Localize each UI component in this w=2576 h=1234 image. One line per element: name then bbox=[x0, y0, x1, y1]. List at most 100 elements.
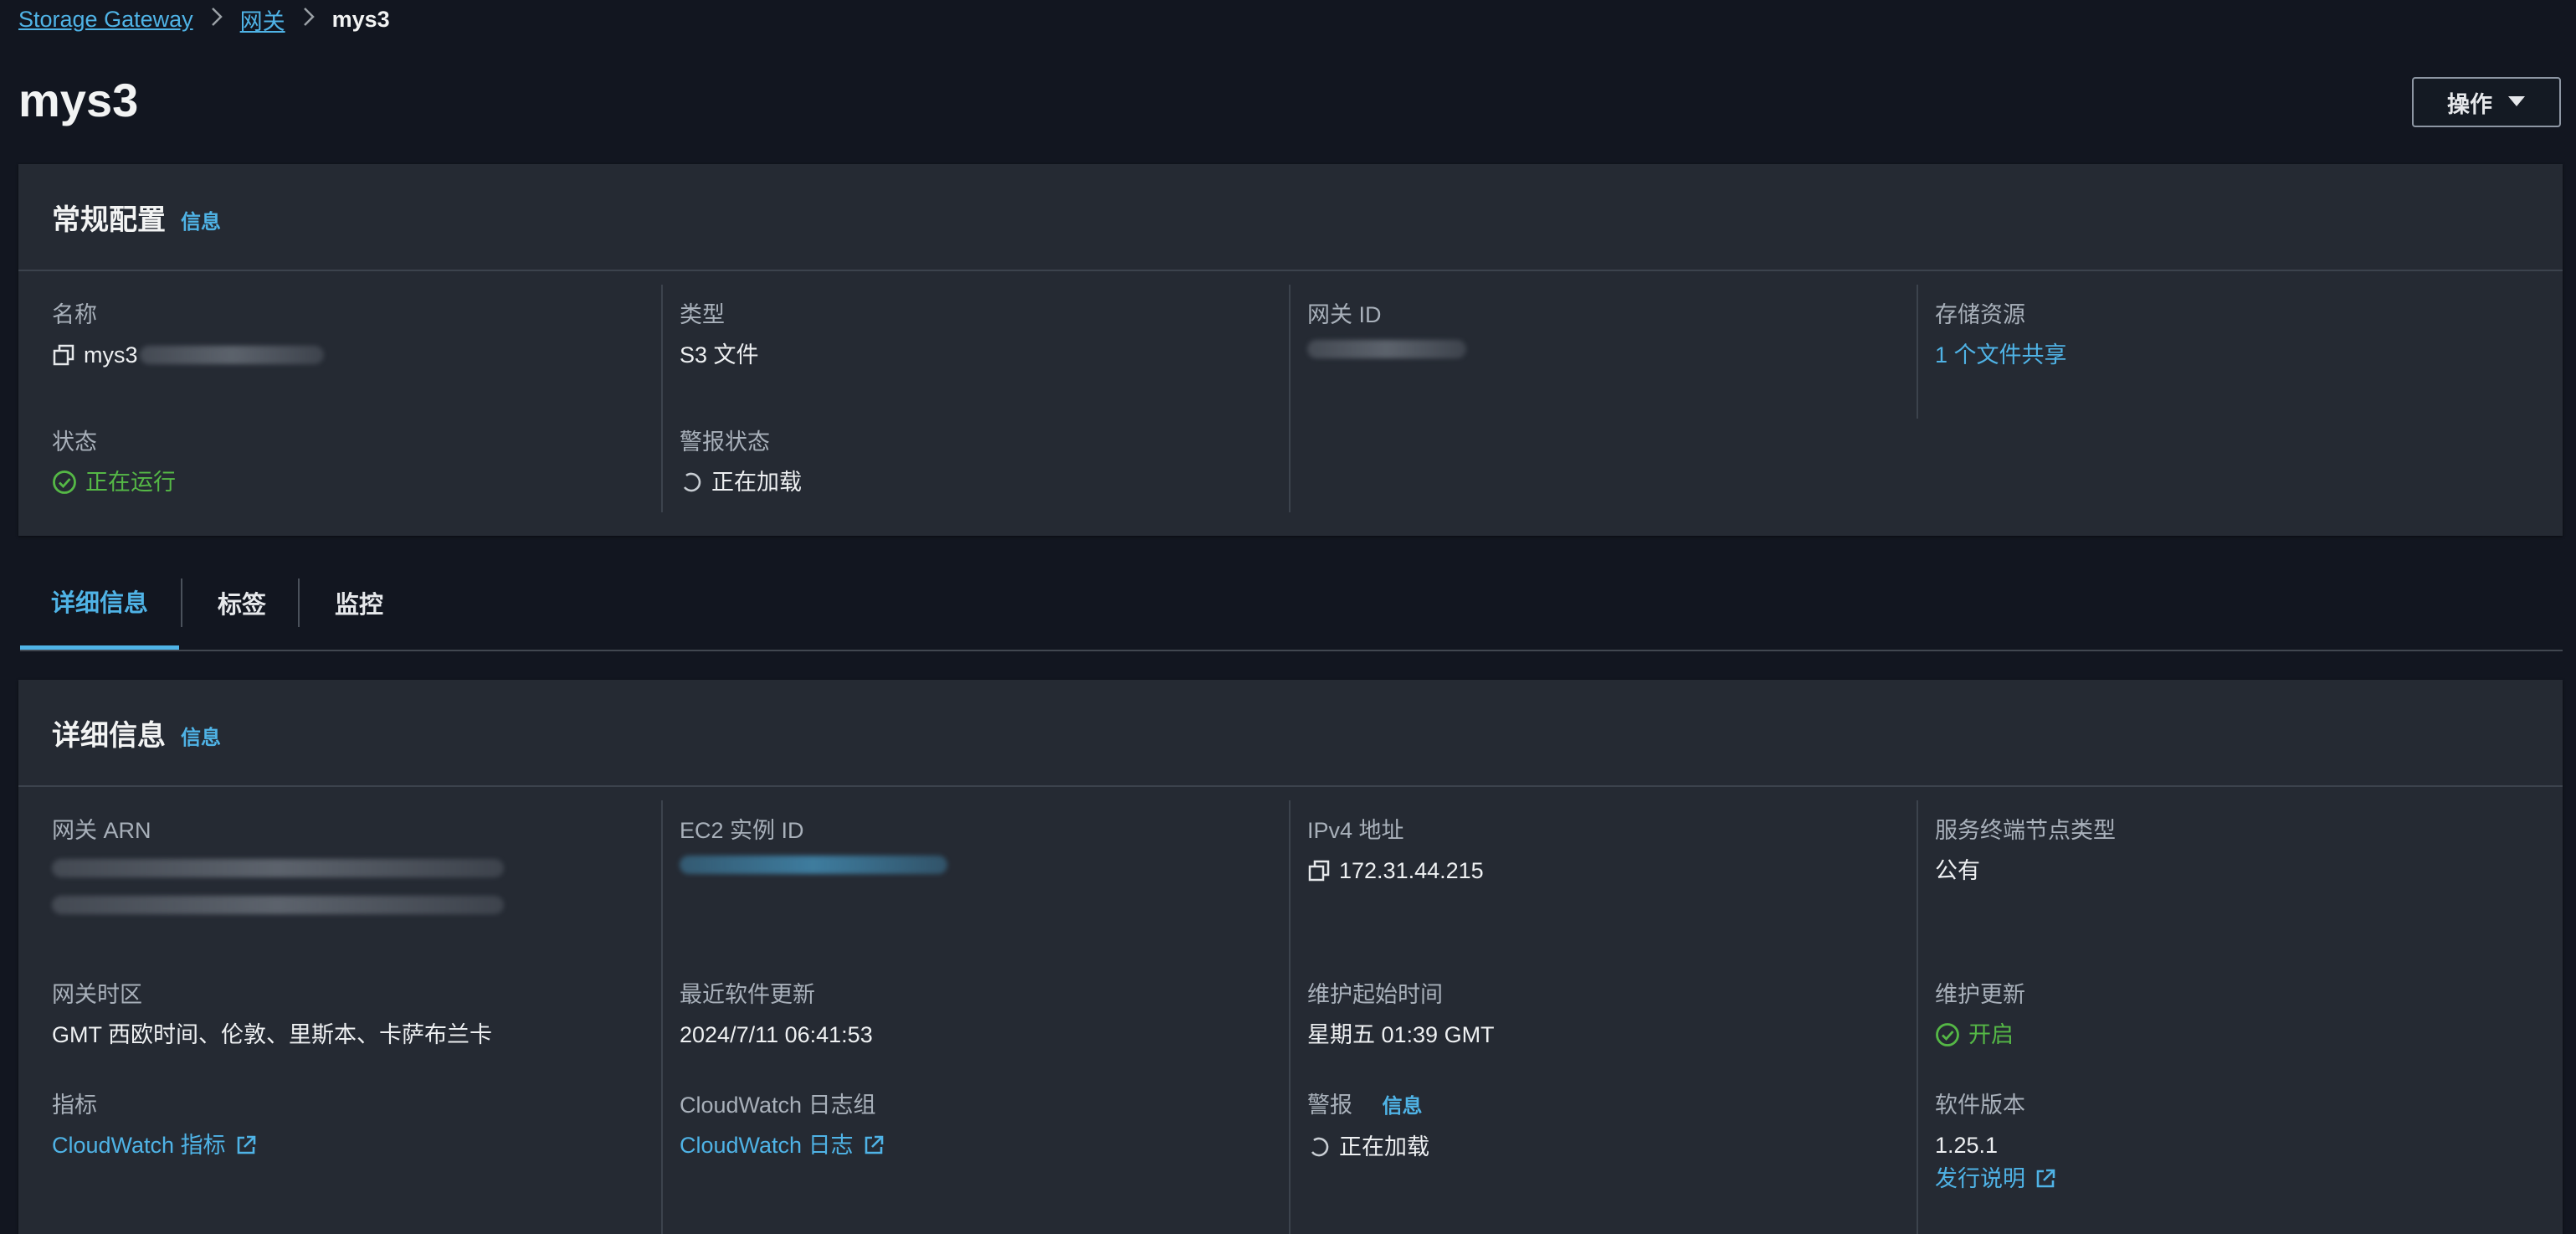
field-log-group: CloudWatch 日志组 CloudWatch 日志 bbox=[680, 1090, 885, 1160]
field-status: 状态 正在运行 bbox=[52, 427, 176, 497]
field-metrics: 指标 CloudWatch 指标 bbox=[52, 1090, 258, 1160]
status-label: 状态 bbox=[52, 429, 97, 455]
general-config-title: 常规配置 bbox=[52, 203, 166, 236]
chevron-right-icon bbox=[302, 6, 316, 33]
field-endpoint-type: 服务终端节点类型 公有 bbox=[1935, 815, 2116, 886]
file-shares-link[interactable]: 1 个文件共享 bbox=[1935, 340, 2067, 370]
chevron-right-icon bbox=[210, 6, 223, 33]
storage-label: 存储资源 bbox=[1935, 302, 2025, 327]
tab-divider bbox=[298, 578, 300, 627]
column-divider bbox=[1289, 800, 1291, 1234]
timezone-label: 网关时区 bbox=[52, 982, 142, 1007]
field-type: 类型 S3 文件 bbox=[680, 300, 759, 370]
caret-down-icon bbox=[2507, 91, 2526, 113]
alarm-status-value: 正在加载 bbox=[711, 470, 802, 495]
column-divider bbox=[661, 285, 663, 512]
field-ec2-instance: EC2 实例 ID bbox=[680, 815, 947, 874]
alarms-info-link[interactable]: 信息 bbox=[1383, 1095, 1423, 1118]
redacted-arn-line-2 bbox=[52, 896, 504, 914]
timezone-value: GMT 西欧时间、伦敦、里斯本、卡萨布兰卡 bbox=[52, 1022, 492, 1047]
ipv4-value: 172.31.44.215 bbox=[1339, 858, 1484, 883]
gateway-id-label: 网关 ID bbox=[1307, 302, 1382, 327]
endpoint-type-label: 服务终端节点类型 bbox=[1935, 818, 2116, 843]
column-divider bbox=[661, 800, 663, 1234]
field-software-version: 软件版本 1.25.1 发行说明 bbox=[1935, 1090, 2057, 1194]
details-info-link[interactable]: 信息 bbox=[181, 721, 221, 750]
last-update-value: 2024/7/11 06:41:53 bbox=[680, 1022, 873, 1047]
general-info-link[interactable]: 信息 bbox=[181, 205, 221, 234]
tab-divider bbox=[181, 578, 182, 627]
maintenance-update-value: 开启 bbox=[1968, 1022, 2014, 1047]
tab-tags[interactable]: 标签 bbox=[218, 556, 266, 650]
tab-monitoring[interactable]: 监控 bbox=[335, 556, 383, 650]
status-value: 正在运行 bbox=[85, 470, 176, 495]
name-value-row: mys3 bbox=[52, 340, 324, 370]
alarm-status-label: 警报状态 bbox=[680, 429, 770, 455]
type-value: S3 文件 bbox=[680, 342, 759, 368]
cloudwatch-logs-label: CloudWatch 日志 bbox=[680, 1133, 854, 1158]
external-link-icon bbox=[2034, 1167, 2057, 1190]
field-gateway-id: 网关 ID bbox=[1307, 300, 1466, 358]
release-notes-label: 发行说明 bbox=[1935, 1166, 2025, 1191]
general-config-grid: 名称 mys3 状态 正在运行 类型 S3 文件 警报状态 正在加载 网关 ID… bbox=[18, 271, 2563, 536]
cloudwatch-metrics-link[interactable]: CloudWatch 指标 bbox=[52, 1130, 258, 1160]
breadcrumb: Storage Gateway 网关 mys3 bbox=[18, 3, 390, 35]
ipv4-label: IPv4 地址 bbox=[1307, 818, 1404, 843]
field-gateway-arn: 网关 ARN bbox=[52, 815, 504, 914]
general-config-panel: 常规配置 信息 名称 mys3 状态 正在运行 类型 S3 文件 警报状态 正在… bbox=[18, 164, 2563, 536]
status-badge: 正在运行 bbox=[52, 467, 176, 497]
breadcrumb-current: mys3 bbox=[331, 6, 390, 32]
field-maintenance-update: 维护更新 开启 bbox=[1935, 979, 2025, 1050]
column-divider bbox=[1289, 285, 1291, 512]
maintenance-start-value: 星期五 01:39 GMT bbox=[1307, 1022, 1495, 1047]
details-panel: 详细信息 信息 网关 ARN 网关时区 GMT 西欧时间、伦敦、里斯本、卡萨布兰… bbox=[18, 680, 2563, 1234]
metrics-label: 指标 bbox=[52, 1093, 97, 1118]
field-ipv4: IPv4 地址 172.31.44.215 bbox=[1307, 815, 1484, 886]
endpoint-type-value: 公有 bbox=[1935, 858, 1980, 883]
actions-button-label: 操作 bbox=[2447, 91, 2492, 117]
column-divider bbox=[1917, 800, 1918, 1234]
general-config-header: 常规配置 信息 bbox=[18, 164, 2563, 271]
tab-bar: 详细信息 标签 监控 bbox=[20, 556, 2563, 651]
alarms-label: 警报 bbox=[1307, 1093, 1352, 1118]
copy-icon[interactable] bbox=[1307, 859, 1331, 882]
actions-button[interactable]: 操作 bbox=[2412, 77, 2561, 127]
maintenance-update-label: 维护更新 bbox=[1935, 982, 2025, 1007]
copy-icon[interactable] bbox=[52, 343, 75, 367]
check-circle-icon bbox=[52, 470, 77, 495]
cloudwatch-logs-link[interactable]: CloudWatch 日志 bbox=[680, 1130, 885, 1160]
spinner-icon bbox=[680, 470, 703, 494]
page-title: mys3 bbox=[18, 74, 139, 126]
field-alarm-status: 警报状态 正在加载 bbox=[680, 427, 802, 497]
redacted-gateway-suffix bbox=[139, 346, 324, 364]
field-alarms: 警报 信息 正在加载 bbox=[1307, 1090, 1429, 1162]
details-title: 详细信息 bbox=[52, 719, 166, 752]
alarms-label-row: 警报 信息 bbox=[1307, 1090, 1429, 1122]
alarms-row: 正在加载 bbox=[1307, 1132, 1429, 1162]
field-timezone: 网关时区 GMT 西欧时间、伦敦、里斯本、卡萨布兰卡 bbox=[52, 979, 492, 1050]
details-header: 详细信息 信息 bbox=[18, 680, 2563, 787]
redacted-ec2-instance-id bbox=[680, 856, 947, 874]
field-storage: 存储资源 1 个文件共享 bbox=[1935, 300, 2067, 370]
alarms-value: 正在加载 bbox=[1339, 1134, 1429, 1159]
ec2-instance-value[interactable] bbox=[680, 856, 947, 874]
gateway-arn-value bbox=[52, 859, 504, 914]
name-label: 名称 bbox=[52, 302, 97, 327]
field-name: 名称 mys3 bbox=[52, 300, 324, 370]
redacted-gateway-id bbox=[1307, 340, 1466, 358]
software-version-value: 1.25.1 bbox=[1935, 1133, 1999, 1158]
software-version-label: 软件版本 bbox=[1935, 1093, 2025, 1118]
check-circle-icon bbox=[1935, 1022, 1960, 1047]
name-value: mys3 bbox=[84, 342, 138, 368]
tab-details[interactable]: 详细信息 bbox=[20, 556, 179, 650]
breadcrumb-gateways[interactable]: 网关 bbox=[240, 3, 285, 36]
release-notes-link[interactable]: 发行说明 bbox=[1935, 1164, 2057, 1194]
type-label: 类型 bbox=[680, 302, 725, 327]
log-group-label: CloudWatch 日志组 bbox=[680, 1093, 876, 1118]
gateway-id-value bbox=[1307, 340, 1466, 358]
ec2-instance-label: EC2 实例 ID bbox=[680, 818, 804, 843]
maintenance-update-badge: 开启 bbox=[1935, 1020, 2025, 1050]
breadcrumb-storage-gateway[interactable]: Storage Gateway bbox=[18, 7, 193, 33]
redacted-arn-line-1 bbox=[52, 859, 504, 877]
spinner-icon bbox=[1307, 1135, 1331, 1159]
